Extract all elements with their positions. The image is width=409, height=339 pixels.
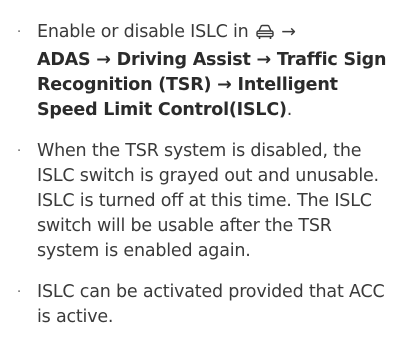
car-settings-icon: [255, 23, 275, 48]
paragraph-text: When the TSR system is disabled, the ISL…: [37, 141, 379, 261]
list-item-tsr-disabled: · When the TSR system is disabled, the I…: [15, 139, 399, 264]
bullet-marker: ·: [17, 25, 21, 40]
paragraph-text: ISLC can be activated provided that ACC …: [37, 282, 385, 327]
arrow-text: →: [275, 22, 296, 42]
bullet-list: · Enable or disable ISLC in → ADAS → Dri…: [15, 20, 399, 330]
instruction-text: Enable or disable ISLC in: [37, 22, 254, 42]
sentence-end: .: [286, 100, 293, 120]
document-page: · Enable or disable ISLC in → ADAS → Dri…: [0, 0, 409, 339]
settings-menu-path: ADAS → Driving Assist → Traffic Sign Rec…: [37, 50, 387, 120]
bullet-marker: ·: [17, 144, 21, 159]
list-item-islc-settings: · Enable or disable ISLC in → ADAS → Dri…: [15, 20, 399, 123]
bullet-marker: ·: [17, 285, 21, 300]
list-item-acc-active: · ISLC can be activated provided that AC…: [15, 280, 399, 330]
